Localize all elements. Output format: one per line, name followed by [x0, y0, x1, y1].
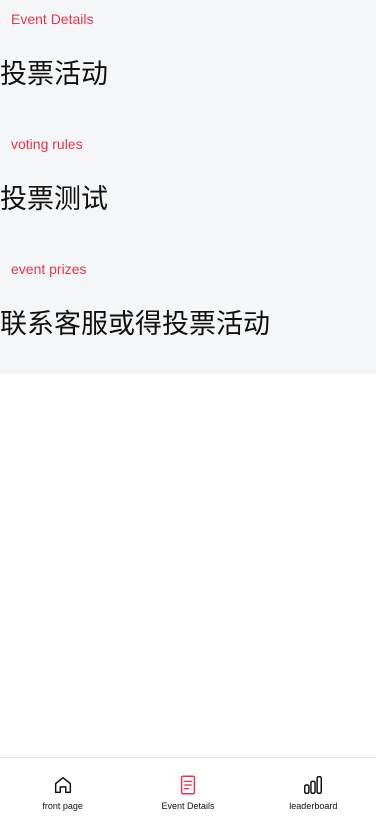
- bar-chart-icon: [304, 776, 323, 794]
- document-icon: [180, 775, 196, 795]
- voting-rules-value: 投票测试: [0, 184, 108, 215]
- event-prizes-value: 联系客服或得投票活动: [0, 309, 270, 340]
- tab-front-page[interactable]: front page: [0, 758, 125, 819]
- bottom-tab-bar: front page Event Details leaderboard: [0, 757, 376, 819]
- voting-rules-label: voting rules: [11, 136, 83, 152]
- event-content-panel: Event Details 投票活动 voting rules 投票测试 eve…: [0, 0, 376, 374]
- tab-front-page-label: front page: [42, 801, 83, 811]
- tab-leaderboard[interactable]: leaderboard: [251, 758, 376, 819]
- home-icon: [54, 776, 71, 794]
- tab-event-details-label: Event Details: [161, 801, 215, 811]
- event-details-value: 投票活动: [0, 59, 108, 90]
- tab-leaderboard-label: leaderboard: [289, 801, 338, 811]
- event-details-label: Event Details: [11, 11, 94, 27]
- tab-event-details[interactable]: Event Details: [125, 758, 250, 819]
- event-prizes-label: event prizes: [11, 261, 87, 277]
